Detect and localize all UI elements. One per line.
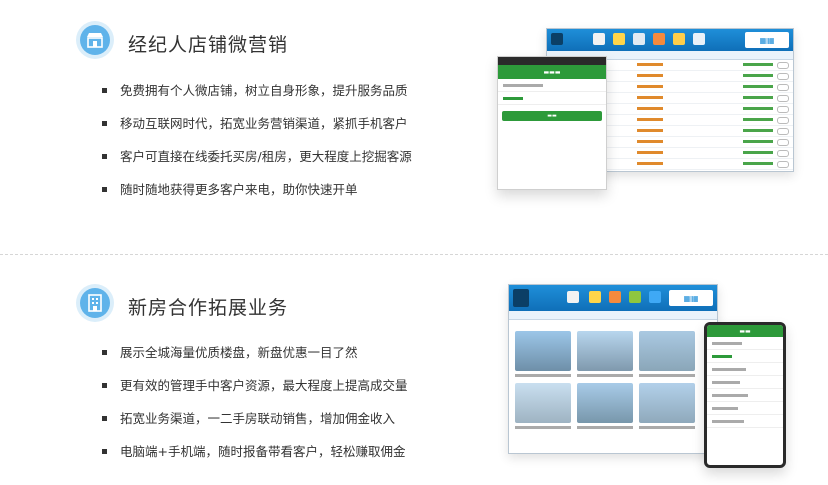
- feature-section-shop: 经纪人店铺微营销 免费拥有个人微店铺，树立自身形象，提升服务品质 移动互联网时代…: [0, 0, 828, 252]
- section-divider: [0, 254, 828, 255]
- building-icon: [76, 284, 114, 322]
- feature-list: 展示全城海量优质楼盘，新盘优惠一目了然 更有效的管理手中客户资源，最大程度上提高…: [102, 345, 408, 477]
- storefront-icon: [76, 21, 114, 59]
- desktop-app-screenshot: ▦▦: [508, 284, 718, 454]
- list-item: 电脑端+手机端，随时报备带看客户，轻松赚取佣金: [102, 444, 408, 477]
- app-logo-icon: ▦▦: [669, 290, 713, 306]
- list-item: 拓宽业务渠道，一二手房联动销售，增加佣金收入: [102, 411, 408, 444]
- feature-list: 免费拥有个人微店铺，树立自身形象，提升服务品质 移动互联网时代，拓宽业务营销渠道…: [102, 83, 412, 215]
- list-item: 展示全城海量优质楼盘，新盘优惠一目了然: [102, 345, 408, 378]
- list-item: 更有效的管理手中客户资源，最大程度上提高成交量: [102, 378, 408, 411]
- phone-app-screenshot: ▬▬▬ ▬▬: [497, 56, 607, 190]
- list-item: 移动互联网时代，拓宽业务营销渠道，紧抓手机客户: [102, 116, 412, 149]
- list-item: 免费拥有个人微店铺，树立自身形象，提升服务品质: [102, 83, 412, 116]
- list-item: 随时随地获得更多客户来电，助你快速开单: [102, 182, 412, 215]
- property-gallery: [515, 331, 695, 429]
- list-item: 客户可直接在线委托买房/租房，更大程度上挖掘客源: [102, 149, 412, 182]
- feature-section-newhouse: 新房合作拓展业务 展示全城海量优质楼盘，新盘优惠一目了然 更有效的管理手中客户资…: [0, 256, 828, 485]
- section-title: 经纪人店铺微营销: [128, 34, 289, 56]
- phone-app-screenshot: ▬▬: [704, 322, 786, 468]
- app-logo-icon: ▦▦: [745, 32, 789, 48]
- section-title: 新房合作拓展业务: [128, 297, 289, 319]
